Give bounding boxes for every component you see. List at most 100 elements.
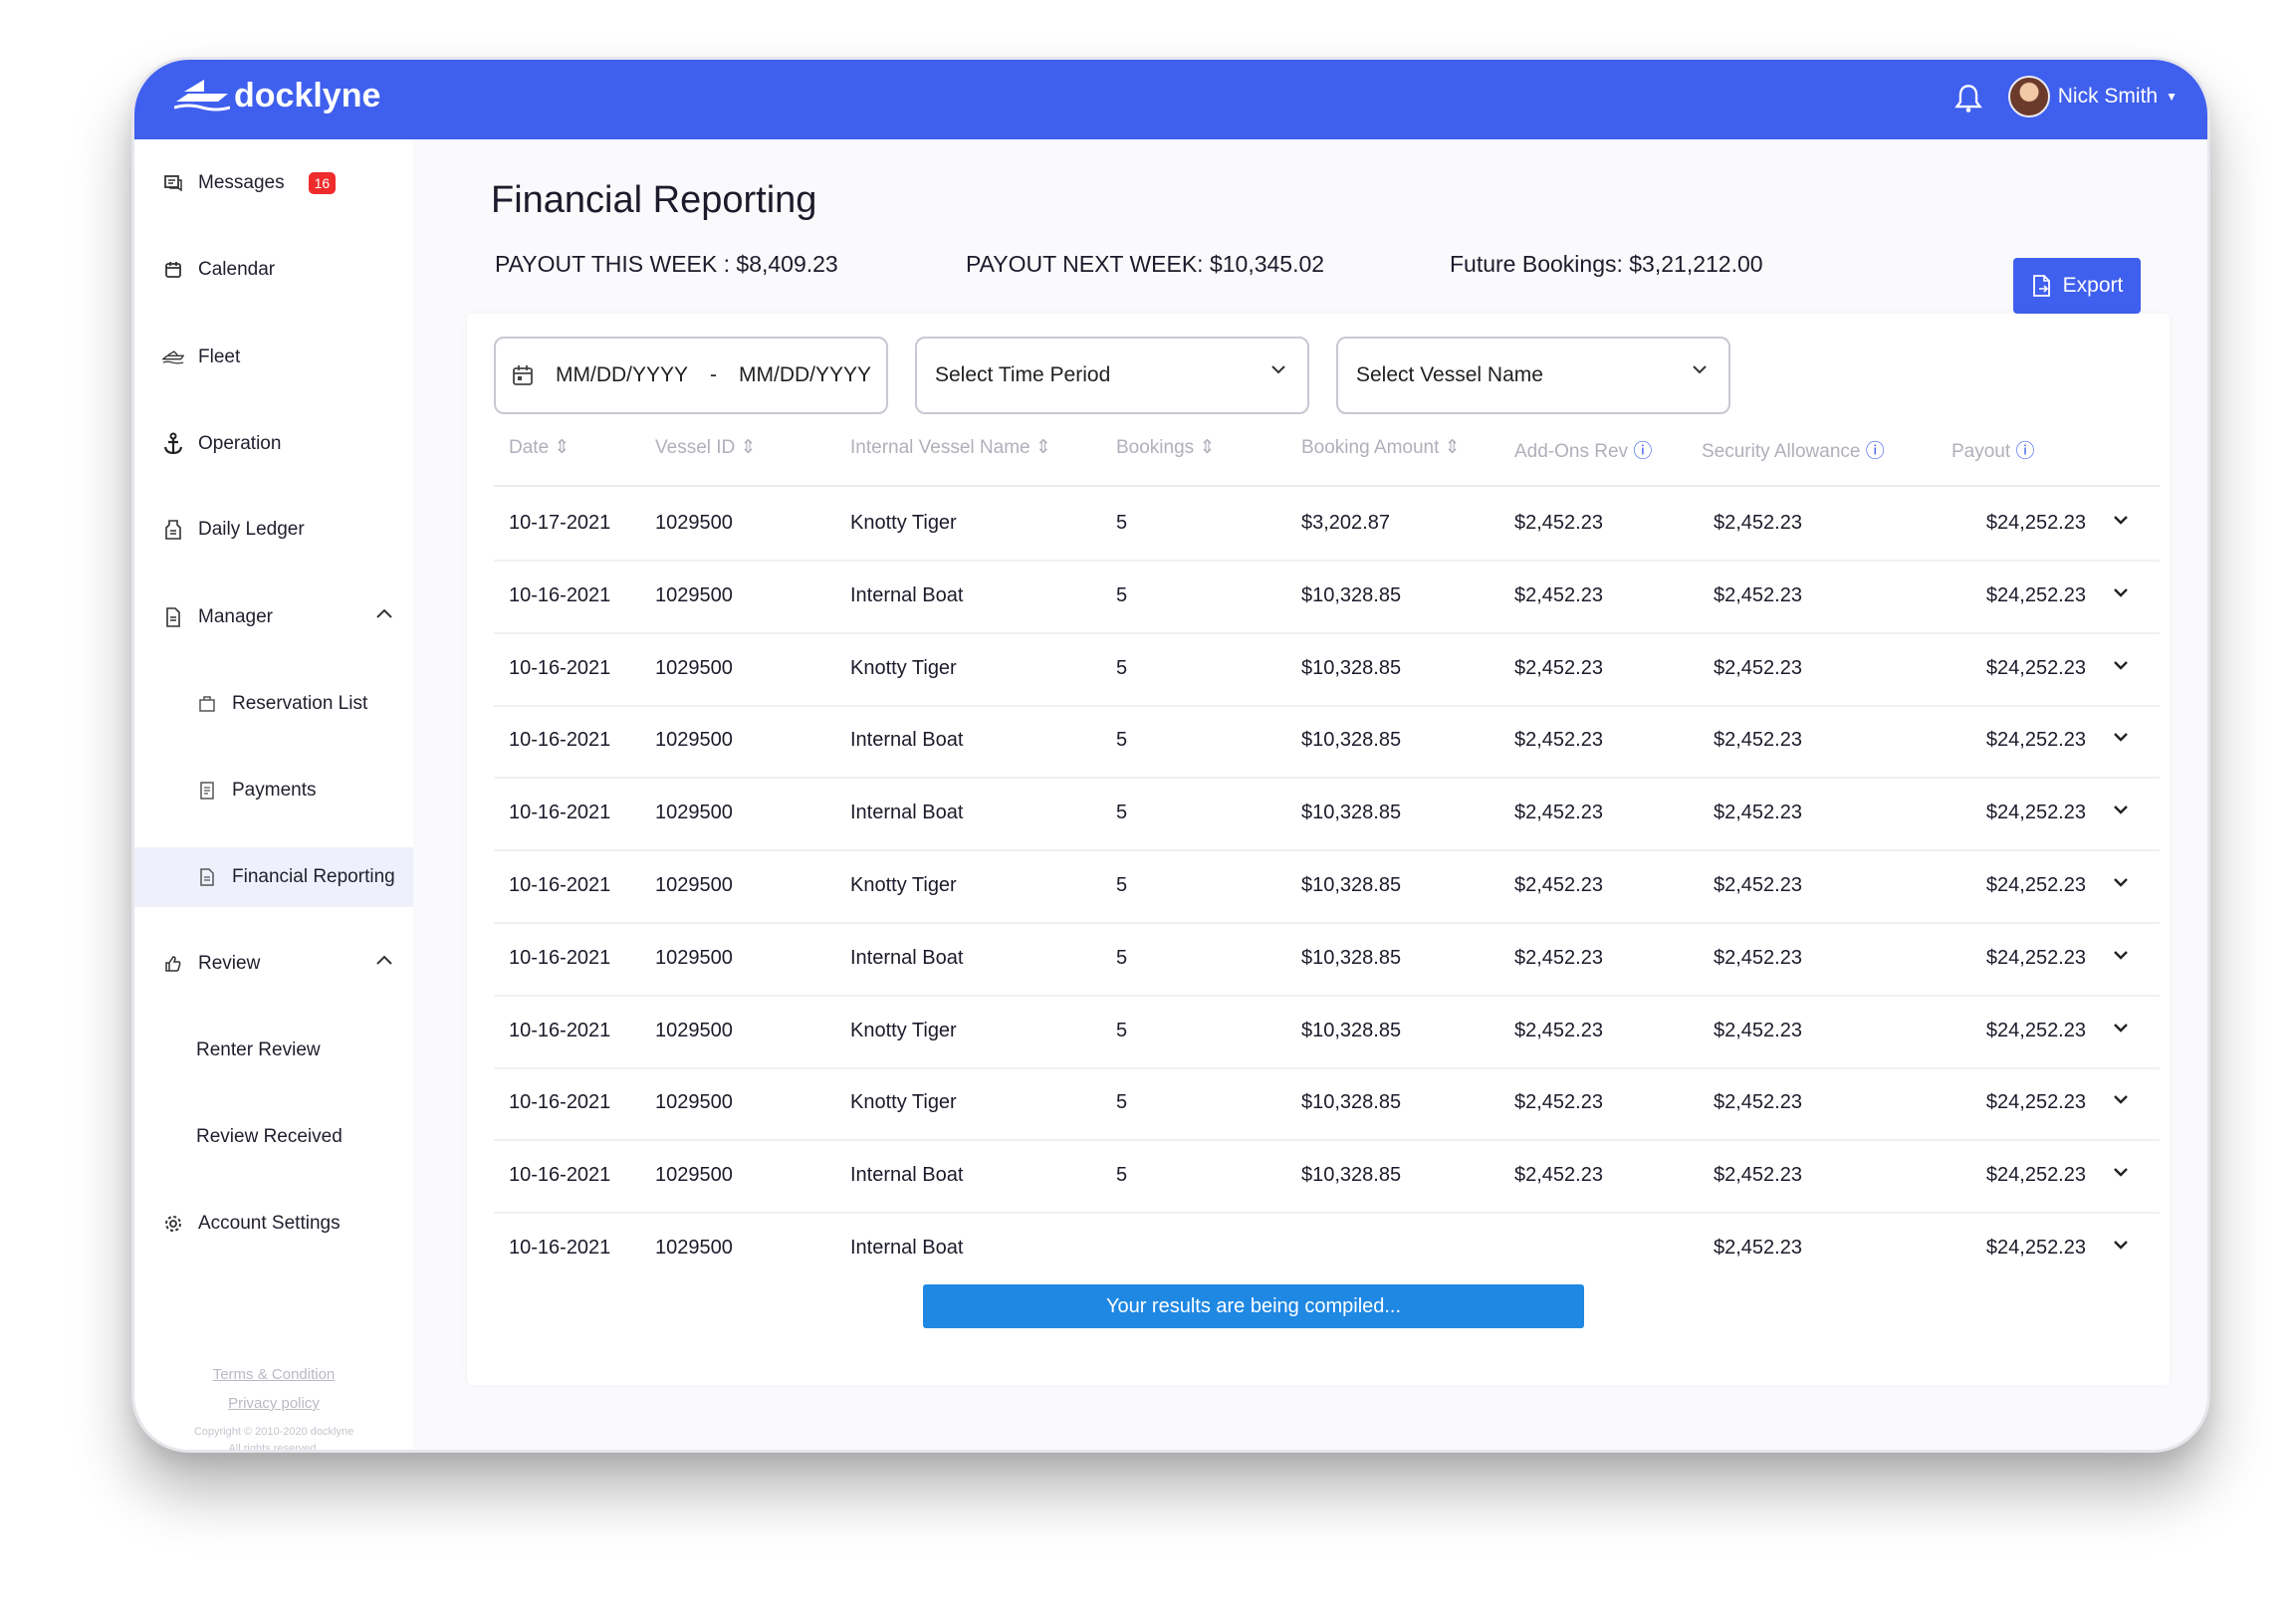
table-cell: $10,328.85 — [1301, 583, 1402, 606]
bell-icon[interactable] — [1954, 84, 1982, 114]
column-header-security-allowance[interactable]: Security Allowance ⓘ — [1702, 436, 1885, 463]
expand-row-chevron-icon[interactable] — [2111, 1164, 2131, 1180]
table-cell: Internal Boat — [850, 1164, 964, 1187]
chevron-up-icon[interactable] — [375, 607, 393, 619]
table-cell: $24,252.23 — [1985, 1091, 2086, 1114]
table-row[interactable]: 10-16-2021 1029500 Internal Boat $2,452.23 $… — [494, 1213, 2160, 1284]
sidebar-footer: Terms & Condition Privacy policy Copyrig… — [134, 1366, 413, 1450]
column-header-internal-vessel-name[interactable]: Internal Vessel Name ⇕ — [850, 436, 1051, 459]
table-cell: 1029500 — [655, 946, 733, 969]
sidebar-item-financial-reporting[interactable]: Financial Reporting — [134, 847, 418, 907]
time-period-select[interactable]: Select Time Period — [915, 337, 1309, 414]
gear-icon — [162, 1213, 184, 1235]
sidebar-item-messages[interactable]: Messages 16 — [134, 153, 413, 213]
expand-row-chevron-icon[interactable] — [2111, 1091, 2131, 1107]
table-cell: $24,252.23 — [1985, 512, 2086, 534]
table-row[interactable]: 10-17-2021 1029500 Knotty Tiger 5 $3,202.87 $… — [494, 488, 2160, 562]
date-range-picker[interactable]: MM/DD/YYYY - MM/DD/YYYY — [494, 337, 888, 414]
table-cell: 5 — [1116, 1164, 1128, 1187]
table-row[interactable]: 10-16-2021 1029500 Knotty Tiger 5 $10,328.85… — [494, 633, 2160, 707]
expand-row-chevron-icon[interactable] — [2111, 584, 2131, 600]
expand-row-chevron-icon[interactable] — [2111, 512, 2131, 528]
messages-icon — [162, 172, 184, 194]
table-cell: $2,452.23 — [1514, 1019, 1603, 1041]
table-cell: Knotty Tiger — [850, 874, 957, 896]
expand-row-chevron-icon[interactable] — [2111, 1237, 2131, 1253]
column-header-vessel-id[interactable]: Vessel ID ⇕ — [655, 436, 756, 459]
table-row[interactable]: 10-16-2021 1029500 Internal Boat 5 $10,328.8… — [494, 1140, 2160, 1215]
chevron-up-icon[interactable] — [375, 954, 393, 966]
sidebar-item-calendar[interactable]: Calendar — [134, 240, 413, 300]
table-row[interactable]: 10-16-2021 1029500 Internal Boat 5 $10,328.8… — [494, 923, 2160, 997]
time-period-value: Select Time Period — [935, 363, 1111, 386]
table-cell: 10-16-2021 — [509, 802, 611, 824]
expand-row-chevron-icon[interactable] — [2111, 874, 2131, 890]
info-icon[interactable]: ⓘ — [1633, 441, 1652, 462]
sidebar-item-daily-ledger[interactable]: Daily Ledger — [134, 500, 413, 560]
table-cell: Knotty Tiger — [850, 1091, 957, 1114]
expand-row-chevron-icon[interactable] — [2111, 1020, 2131, 1036]
vertical-scrollbar[interactable] — [2207, 931, 2210, 1349]
sidebar-item-payments[interactable]: Payments — [134, 761, 413, 820]
date-to: MM/DD/YYYY — [739, 363, 872, 386]
vessel-name-select[interactable]: Select Vessel Name — [1336, 337, 1730, 414]
table-cell: $2,452.23 — [1514, 1164, 1603, 1187]
chevron-down-icon — [1271, 365, 1285, 374]
table-row[interactable]: 10-16-2021 1029500 Internal Boat 5 $10,328.8… — [494, 561, 2160, 634]
column-header-add-ons-rev[interactable]: Add-Ons Rev ⓘ — [1514, 436, 1652, 463]
logo[interactable]: docklyne — [174, 66, 380, 125]
table-cell: $2,452.23 — [1714, 802, 1802, 824]
payout-next-week: PAYOUT NEXT WEEK: $10,345.02 — [966, 251, 1325, 277]
sidebar-item-label: Reservation List — [232, 693, 368, 714]
table-cell: $2,452.23 — [1514, 802, 1603, 824]
table-cell: 1029500 — [655, 583, 733, 606]
table-row[interactable]: 10-16-2021 1029500 Knotty Tiger 5 $10,328.85… — [494, 996, 2160, 1069]
table-row[interactable]: 10-16-2021 1029500 Knotty Tiger 5 $10,328.85… — [494, 1067, 2160, 1142]
table-cell: $2,452.23 — [1714, 583, 1802, 606]
sidebar-item-manager[interactable]: Manager — [134, 587, 413, 647]
sidebar-item-label: Financial Reporting — [232, 866, 395, 887]
sidebar-item-review[interactable]: Review — [134, 934, 413, 994]
table-cell: $2,452.23 — [1514, 1091, 1603, 1114]
sort-icon: ⇕ — [1199, 437, 1216, 458]
table-cell: Knotty Tiger — [850, 512, 957, 534]
sidebar-item-account-settings[interactable]: Account Settings — [134, 1194, 413, 1254]
table-cell: 10-16-2021 — [509, 1164, 611, 1187]
sidebar-item-renter-review[interactable]: Renter Review — [134, 1021, 413, 1080]
terms-link[interactable]: Terms & Condition — [134, 1366, 413, 1383]
table-cell: $10,328.85 — [1301, 1091, 1402, 1114]
table-cell: $2,452.23 — [1714, 656, 1802, 679]
user-menu[interactable]: Nick Smith ▼ — [2007, 76, 2178, 117]
table-cell: 5 — [1116, 1091, 1128, 1114]
sidebar-item-fleet[interactable]: Fleet — [134, 328, 413, 387]
expand-row-chevron-icon[interactable] — [2111, 802, 2131, 817]
export-button[interactable]: Export — [2013, 258, 2141, 314]
expand-row-chevron-icon[interactable] — [2111, 657, 2131, 673]
column-header-bookings[interactable]: Bookings ⇕ — [1116, 436, 1215, 459]
table-cell: 1029500 — [655, 874, 733, 896]
table-row[interactable]: 10-16-2021 1029500 Knotty Tiger 5 $10,328.85… — [494, 850, 2160, 924]
table-cell: 1029500 — [655, 1164, 733, 1187]
privacy-link[interactable]: Privacy policy — [134, 1395, 413, 1412]
table-row[interactable]: 10-16-2021 1029500 Internal Boat 5 $10,328.8… — [494, 705, 2160, 780]
date-from: MM/DD/YYYY — [556, 363, 689, 386]
sidebar-item-reservation-list[interactable]: Reservation List — [134, 674, 413, 734]
column-header-booking-amount[interactable]: Booking Amount ⇕ — [1301, 436, 1461, 459]
sidebar-item-label: Payments — [232, 780, 317, 801]
info-icon[interactable]: ⓘ — [2015, 441, 2034, 462]
table-cell: $24,252.23 — [1985, 802, 2086, 824]
expand-row-chevron-icon[interactable] — [2111, 947, 2131, 963]
compiling-toast: Your results are being compiled... — [923, 1284, 1584, 1328]
column-header-payout[interactable]: Payout ⓘ — [1952, 436, 2034, 463]
table-cell: $24,252.23 — [1985, 583, 2086, 606]
table-cell: $2,452.23 — [1714, 1237, 1802, 1259]
report-icon — [196, 866, 218, 888]
sidebar-item-review-received[interactable]: Review Received — [134, 1107, 413, 1167]
column-header-date[interactable]: Date ⇕ — [509, 436, 570, 459]
export-file-icon — [2032, 275, 2050, 297]
table-row[interactable]: 10-16-2021 1029500 Internal Boat 5 $10,328.8… — [494, 778, 2160, 852]
info-icon[interactable]: ⓘ — [1866, 441, 1885, 462]
sidebar-item-operation[interactable]: Operation — [134, 414, 413, 474]
sidebar-item-label: Messages — [198, 172, 285, 193]
expand-row-chevron-icon[interactable] — [2111, 729, 2131, 745]
